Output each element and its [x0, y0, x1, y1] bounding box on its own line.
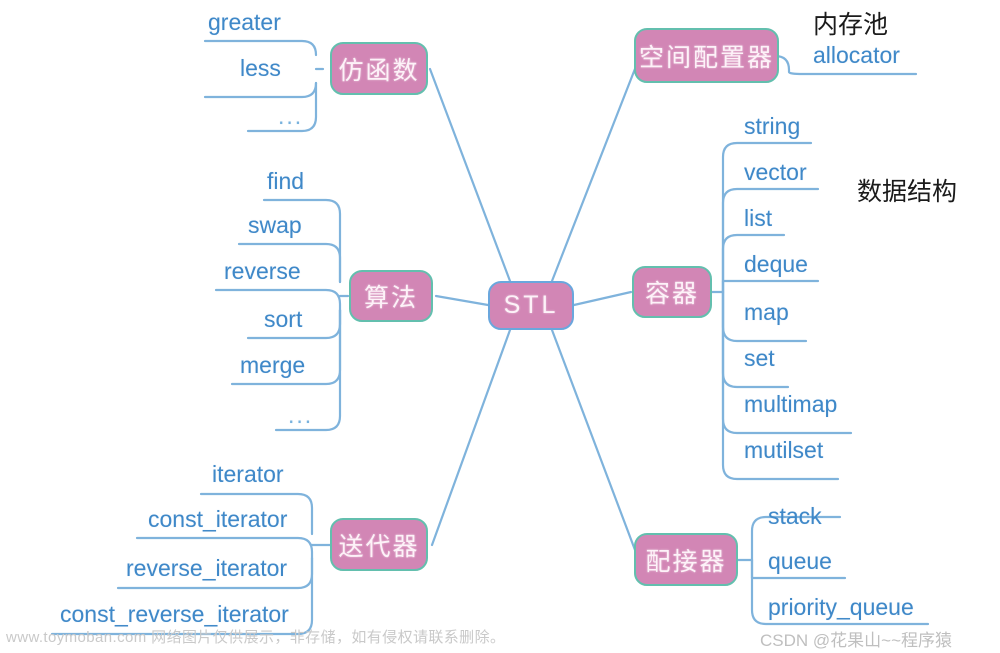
watermark-left: www.toymoban.com 网络图片仅供展示，非存储，如有侵权请联系删除。 — [6, 629, 506, 646]
wire-stl-container — [572, 290, 633, 307]
node-algorithm[interactable]: 算法 — [349, 270, 433, 322]
leaf-allocator-allocator[interactable]: allocator — [813, 42, 900, 69]
leaf-container-list[interactable]: list — [744, 205, 772, 232]
node-algorithm-label: 算法 — [363, 284, 418, 312]
mindmap-canvas: STL 仿函数 空间配置器 算法 容器 送代器 配接器 greater less… — [0, 0, 1000, 653]
node-stl[interactable]: STL — [488, 281, 574, 330]
leaf-adapter-priority-queue[interactable]: priority_queue — [768, 594, 914, 621]
node-iterator-label: 送代器 — [338, 532, 420, 561]
wire-stl-adapter — [550, 328, 637, 552]
wire-stl-iterator — [430, 328, 512, 547]
leaf-container-vector[interactable]: vector — [744, 159, 807, 186]
leaf-container-mutilset[interactable]: mutilset — [744, 437, 823, 464]
node-stl-label: STL — [503, 291, 559, 319]
leaf-functor-greater[interactable]: greater — [208, 9, 281, 36]
leaf-functor-ellipsis[interactable]: ... — [278, 103, 303, 130]
wire-stl-functor — [428, 67, 512, 283]
leaf-iterator-const-reverse-iterator[interactable]: const_reverse_iterator — [60, 601, 289, 628]
annotation-data-structure: 数据结构 — [857, 179, 958, 206]
annotation-memory-pool: 内存池 — [813, 12, 889, 39]
leaf-adapter-stack[interactable]: stack — [768, 503, 822, 530]
wire-stl-algorithm — [434, 294, 490, 307]
node-container-label: 容器 — [644, 280, 699, 308]
leaf-functor-less[interactable]: less — [240, 55, 281, 82]
node-iterator[interactable]: 送代器 — [330, 518, 428, 571]
leaf-container-string[interactable]: string — [744, 113, 800, 140]
leaf-container-multimap[interactable]: multimap — [744, 391, 837, 418]
leaf-container-set[interactable]: set — [744, 345, 775, 372]
leaf-iterator-const-iterator[interactable]: const_iterator — [148, 506, 287, 533]
node-container[interactable]: 容器 — [632, 266, 712, 318]
leaf-algorithm-swap[interactable]: swap — [248, 212, 302, 239]
node-functor[interactable]: 仿函数 — [330, 42, 428, 95]
wire-stl-allocator — [550, 54, 642, 283]
leaf-algorithm-reverse[interactable]: reverse — [224, 258, 301, 285]
watermark-right: CSDN @花果山~~程序猿 — [760, 631, 953, 650]
leaf-container-map[interactable]: map — [744, 299, 789, 326]
leaf-adapter-queue[interactable]: queue — [768, 548, 832, 575]
leaf-iterator-iterator[interactable]: iterator — [212, 461, 284, 488]
leaf-algorithm-find[interactable]: find — [267, 168, 304, 195]
node-functor-label: 仿函数 — [338, 56, 420, 85]
node-adapter[interactable]: 配接器 — [634, 533, 738, 586]
leaf-algorithm-ellipsis[interactable]: ... — [288, 402, 313, 429]
leaf-iterator-reverse-iterator[interactable]: reverse_iterator — [126, 555, 287, 582]
leaf-algorithm-sort[interactable]: sort — [264, 306, 302, 333]
node-allocator-label: 空间配置器 — [638, 43, 774, 72]
leaf-algorithm-merge[interactable]: merge — [240, 352, 305, 379]
node-allocator[interactable]: 空间配置器 — [634, 28, 779, 83]
node-adapter-label: 配接器 — [645, 547, 727, 576]
leaf-container-deque[interactable]: deque — [744, 251, 808, 278]
